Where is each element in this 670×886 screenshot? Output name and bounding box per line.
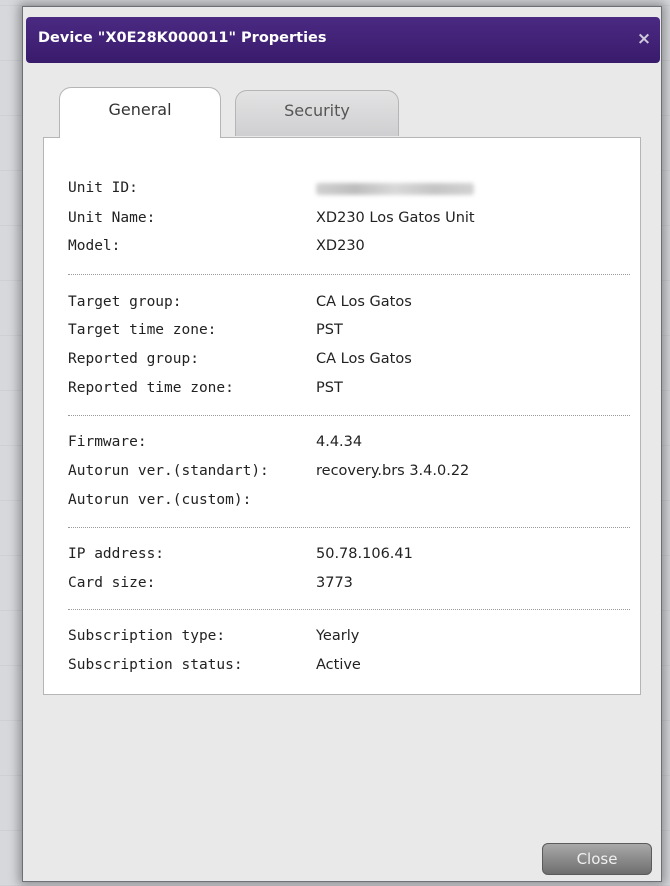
unit-id-value-redacted [316, 183, 474, 195]
tab-general[interactable]: General [59, 87, 221, 138]
unit-id-label: Unit ID: [68, 180, 138, 196]
ip-address-label: IP address: [68, 546, 165, 562]
model-value: XD230 [316, 238, 365, 254]
tab-security-label: Security [284, 101, 350, 120]
device-properties-dialog: Device "X0E28K000011" Properties × Gener… [22, 6, 662, 882]
subscription-type-label: Subscription type: [68, 628, 226, 644]
firmware-label: Firmware: [68, 434, 147, 450]
divider [68, 274, 630, 275]
autorun-standard-label: Autorun ver.(standart): [68, 463, 269, 479]
divider [68, 527, 630, 528]
close-button[interactable]: Close [542, 843, 652, 875]
reported-tz-label: Reported time zone: [68, 380, 234, 396]
ip-address-value: 50.78.106.41 [316, 546, 413, 562]
general-panel: Unit ID: Unit Name: XD230 Los Gatos Unit… [43, 137, 641, 695]
target-group-value: CA Los Gatos [316, 294, 412, 310]
subscription-status-value: Active [316, 657, 361, 673]
firmware-value: 4.4.34 [316, 434, 363, 450]
target-group-label: Target group: [68, 294, 182, 310]
reported-tz-value: PST [316, 380, 343, 396]
divider [68, 609, 630, 610]
reported-group-value: CA Los Gatos [316, 351, 412, 367]
dialog-title: Device "X0E28K000011" Properties [38, 30, 327, 46]
target-tz-value: PST [316, 322, 343, 338]
tab-general-label: General [108, 100, 172, 119]
dialog-titlebar[interactable]: Device "X0E28K000011" Properties × [26, 17, 660, 63]
target-tz-label: Target time zone: [68, 322, 217, 338]
card-size-label: Card size: [68, 575, 156, 591]
card-size-value: 3773 [316, 575, 353, 591]
reported-group-label: Reported group: [68, 351, 199, 367]
tab-security[interactable]: Security [235, 90, 399, 136]
unit-name-value: XD230 Los Gatos Unit [316, 210, 475, 226]
unit-name-label: Unit Name: [68, 210, 156, 226]
subscription-status-label: Subscription status: [68, 657, 243, 673]
model-label: Model: [68, 238, 121, 254]
autorun-custom-label: Autorun ver.(custom): [68, 492, 252, 508]
autorun-standard-value: recovery.brs 3.4.0.22 [316, 463, 470, 479]
subscription-type-value: Yearly [316, 628, 360, 644]
close-icon[interactable]: × [636, 31, 652, 48]
divider [68, 415, 630, 416]
